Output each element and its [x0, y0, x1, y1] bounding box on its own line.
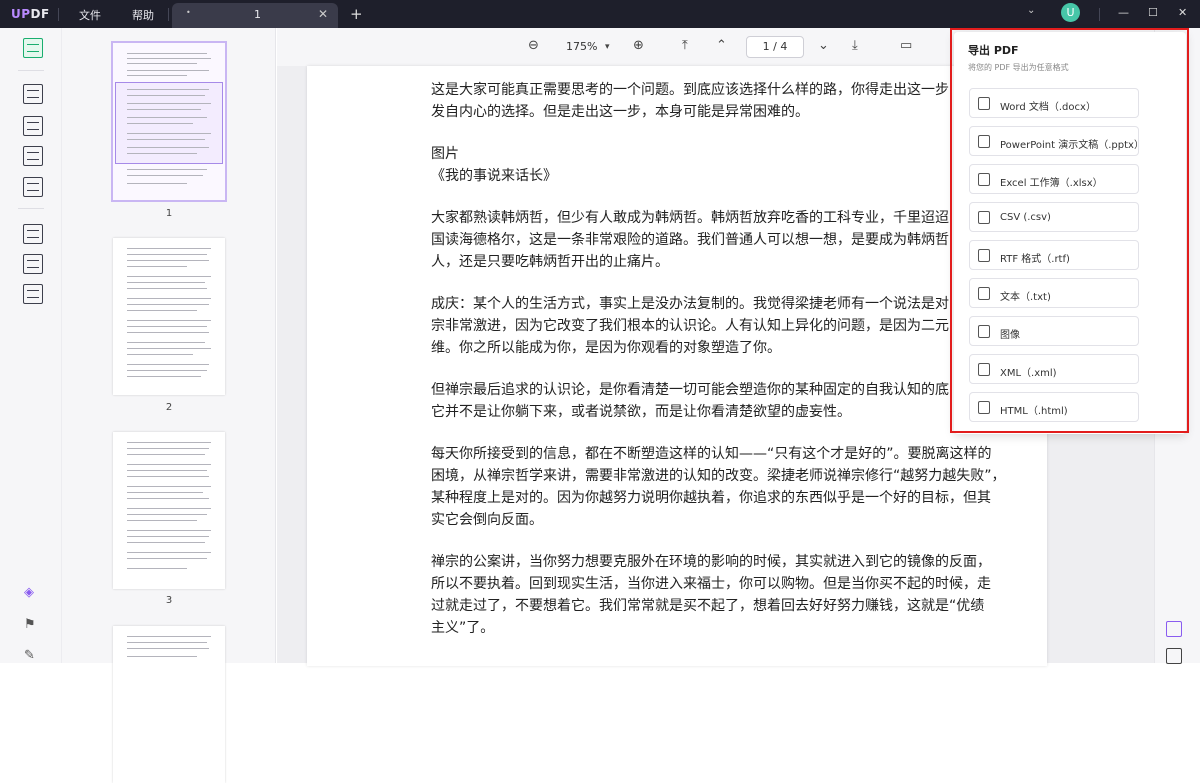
document-text-line: 图片 [431, 146, 459, 162]
close-window-icon[interactable]: ✕ [1178, 6, 1187, 19]
comment-icon[interactable] [1166, 648, 1182, 664]
document-text-line: 《我的事说来话长》 [431, 168, 557, 184]
document-text-line: 人，还是只要吃韩炳哲开出的止痛片。 [431, 254, 669, 270]
divider [18, 70, 44, 71]
new-tab-icon[interactable]: + [350, 5, 363, 23]
divider [1099, 8, 1100, 21]
menu-help[interactable]: 帮助 [132, 7, 154, 23]
next-page-icon[interactable]: ⌄ [818, 38, 829, 53]
document-text-line: 每天你所接受到的信息，都在不断塑造这样的认知——“只有这个才是好的”。要脱离这样… [431, 446, 992, 462]
thumbnail-page-number: 3 [165, 595, 173, 606]
crop-icon[interactable] [23, 254, 43, 274]
thumbnail-page-number: 2 [165, 402, 173, 413]
minimize-icon[interactable]: — [1118, 6, 1129, 19]
tab-dirty-dot: • [186, 8, 191, 17]
document-text-line: 成庆：某个人的生活方式，事实上是没办法复制的。我觉得梁捷老师有一个说法是对 [431, 296, 949, 312]
document-text-line: 宗非常激进，因为它改变了我们根本的认识论。人有认知上异化的问题，是因为二元 [431, 318, 949, 334]
document-text-line: 但禅宗最后追求的认识论，是你看清楚一切可能会塑造你的某种固定的自我认知的底 [431, 382, 949, 398]
form-icon[interactable] [23, 146, 43, 166]
menu-file[interactable]: 文件 [79, 7, 101, 23]
pdf-page: 这是大家可能真正需要思考的一个问题。到底应该选择什么样的路，你得走出这一步 发自内… [307, 66, 1047, 666]
prev-page-icon[interactable]: ⌃ [716, 38, 727, 53]
document-text-line: 发自内心的选择。但是走出这一步，本身可能是异常困难的。 [431, 104, 809, 120]
chevron-down-icon[interactable]: ⌄ [1027, 5, 1035, 16]
document-text-line: 困境，从禅宗哲学来讲，需要非常激进的认知的改变。梁捷老师说禅宗修行“越努力越失败… [431, 468, 1006, 484]
document-text-line: 过就走过了，不要想着它。我们常常就是买不起了，想着回去好好努力赚钱，这就是“优绩 [431, 598, 985, 614]
highlight-tool-icon[interactable] [23, 84, 43, 104]
zoom-level[interactable]: 175% [566, 40, 597, 53]
document-text-line: 维。你之所以能成为你，是因为你观看的对象塑造了你。 [431, 340, 781, 356]
app-logo: UPDF [11, 7, 50, 21]
presentation-icon[interactable]: ▭ [900, 38, 912, 53]
attachment-icon[interactable]: ✎ [24, 648, 35, 663]
edit-pdf-icon[interactable] [23, 116, 43, 136]
ocr-tool-icon[interactable] [23, 224, 43, 244]
total-pages: 4 [780, 40, 788, 53]
left-toolbar: ◈ ⚑ ✎ [0, 28, 62, 663]
last-page-icon[interactable]: ⤓ [852, 38, 858, 53]
page-thumbnail[interactable] [113, 626, 225, 783]
avatar[interactable]: U [1061, 3, 1080, 22]
page-separator: / [773, 40, 777, 53]
divider [18, 208, 44, 209]
document-text-line: 国读海德格尔，这是一条非常艰险的道路。我们普通人可以想一想，是要成为韩炳哲 [431, 232, 949, 248]
ai-assistant-icon[interactable] [1166, 621, 1182, 637]
document-text-line: 所以不要执着。回到现实生活，当你进入来福士，你可以购物。但是当你买不起的时候，走 [431, 576, 991, 592]
current-page: 1 [762, 40, 770, 53]
bookmark-icon[interactable]: ⚑ [24, 617, 36, 632]
page-thumbnail[interactable] [111, 41, 227, 202]
document-text-line: 大家都熟读韩炳哲，但少有人敢成为韩炳哲。韩炳哲放弃吃香的工科专业，千里迢迢 [431, 210, 949, 226]
title-bar: UPDF 文件 帮助 • 1 ✕ + ⌄ U — ☐ ✕ [0, 0, 1200, 28]
first-page-icon[interactable]: ⤒ [682, 38, 688, 53]
maximize-icon[interactable]: ☐ [1148, 6, 1158, 19]
page-thumbnail[interactable] [113, 432, 225, 589]
document-text-line: 它并不是让你躺下来，或者说禁欲，而是让你看清楚欲望的虚妄性。 [431, 404, 851, 420]
document-text-line: 实它会倒向反面。 [431, 512, 543, 528]
document-text-line: 禅宗的公案讲，当你努力想要克服外在环境的影响的时候，其实就进入到它的镜像的反面， [431, 554, 991, 570]
zoom-in-icon[interactable]: ⊕ [633, 38, 644, 53]
page-thumbnail[interactable] [113, 238, 225, 395]
close-tab-icon[interactable]: ✕ [318, 7, 328, 21]
thumbnail-page-number: 1 [165, 208, 173, 219]
reader-mode-icon[interactable] [23, 38, 43, 58]
page-number-field[interactable]: 1 / 4 [746, 36, 804, 58]
document-text-line: 主义”了。 [431, 620, 495, 636]
tab-title: 1 [254, 8, 261, 21]
document-text-line: 某种程度上是对的。因为你越努力说明你越执着，你追求的东西似乎是一个好的目标，但其 [431, 490, 991, 506]
document-tab[interactable]: • 1 ✕ [172, 3, 338, 28]
organize-pages-icon[interactable] [23, 177, 43, 197]
zoom-out-icon[interactable]: ⊖ [528, 38, 539, 53]
thumbnail-panel: 1 2 3 [62, 28, 276, 783]
annotation-highlight-box [950, 28, 1189, 433]
document-text-line: 这是大家可能真正需要思考的一个问题。到底应该选择什么样的路，你得走出这一步 [431, 82, 949, 98]
compress-icon[interactable] [23, 284, 43, 304]
zoom-dropdown-icon[interactable]: ▾ [605, 42, 610, 52]
divider [168, 8, 169, 21]
divider [58, 8, 59, 21]
layers-icon[interactable]: ◈ [24, 585, 34, 600]
